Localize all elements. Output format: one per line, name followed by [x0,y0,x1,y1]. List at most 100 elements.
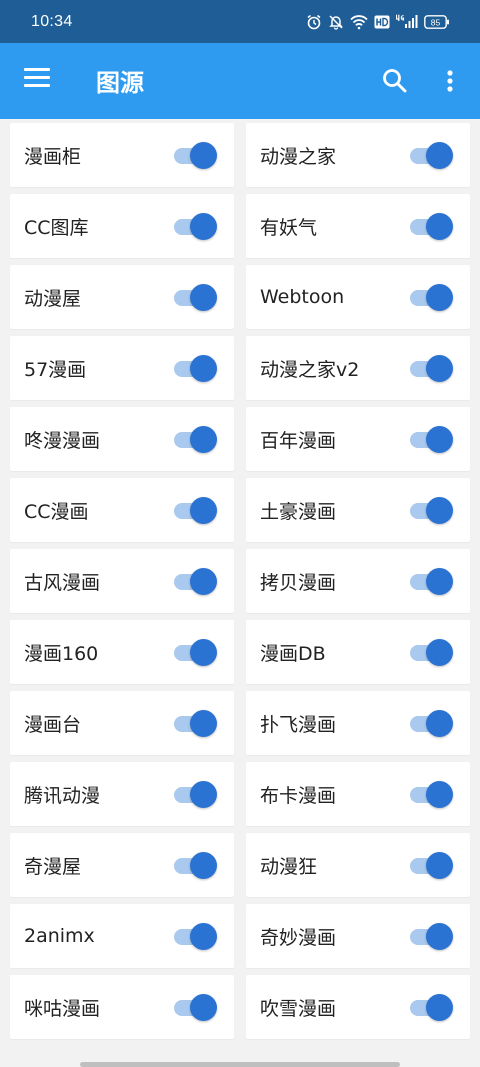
more-vert-icon[interactable] [440,67,460,97]
menu-icon[interactable] [24,68,52,90]
source-toggle[interactable] [408,425,454,453]
app-bar: 图源 [0,43,480,119]
source-label: 动漫狂 [260,855,318,878]
source-toggle[interactable] [172,425,218,453]
source-toggle[interactable] [408,709,454,737]
source-label: 动漫之家v2 [260,358,360,381]
source-toggle[interactable] [408,780,454,808]
source-grid: 漫画柜 动漫之家 CC图库 有妖气动漫屋 Webtoon 57漫画 动漫之家v2 咚漫漫画 百年… [10,123,470,1039]
source-toggle[interactable] [408,567,454,595]
wifi-icon [350,14,368,29]
source-label: 有妖气 [260,216,318,239]
toggle-thumb [190,213,217,240]
source-card[interactable]: 布卡漫画 [246,762,470,826]
source-card[interactable]: 动漫狂 [246,833,470,897]
source-card[interactable]: 拷贝漫画 [246,549,470,613]
source-toggle[interactable] [172,709,218,737]
source-label: 漫画柜 [24,145,82,168]
status-time: 10:34 [31,12,73,30]
toggle-thumb [190,994,217,1021]
source-toggle[interactable] [408,141,454,169]
source-card[interactable]: 咪咕漫画 [10,975,234,1039]
toggle-thumb [426,639,453,666]
source-card[interactable]: 扑飞漫画 [246,691,470,755]
source-card[interactable]: 吹雪漫画 [246,975,470,1039]
source-card[interactable]: 漫画柜 [10,123,234,187]
source-toggle[interactable] [408,496,454,524]
status-icons: 85 [306,14,450,30]
page-title: 图源 [96,69,144,97]
source-card[interactable]: 动漫之家 [246,123,470,187]
toggle-thumb [426,781,453,808]
battery-level: 85 [431,17,441,27]
source-toggle[interactable] [408,922,454,950]
home-indicator[interactable] [80,1062,400,1067]
battery-icon: 85 [424,14,449,29]
source-card[interactable]: 咚漫漫画 [10,407,234,471]
toggle-thumb [426,142,453,169]
toggle-thumb [426,710,453,737]
source-card[interactable]: 57漫画 [10,336,234,400]
source-label: 动漫之家 [260,145,337,168]
source-toggle[interactable] [172,354,218,382]
source-card[interactable]: CC漫画 [10,478,234,542]
source-toggle[interactable] [172,993,218,1021]
source-label: 咚漫漫画 [24,429,101,452]
source-label: 腾讯动漫 [24,784,101,807]
source-toggle[interactable] [172,283,218,311]
source-toggle[interactable] [408,993,454,1021]
toggle-thumb [190,426,217,453]
source-card[interactable]: 漫画DB [246,620,470,684]
source-label: 动漫屋 [24,287,82,310]
source-card[interactable]: 土豪漫画 [246,478,470,542]
source-card[interactable]: 奇漫屋 [10,833,234,897]
toggle-thumb [190,852,217,879]
source-label: 古风漫画 [24,571,101,594]
source-toggle[interactable] [408,851,454,879]
source-toggle[interactable] [172,567,218,595]
toggle-thumb [426,213,453,240]
source-toggle[interactable] [408,212,454,240]
source-toggle[interactable] [172,141,218,169]
source-card[interactable]: 奇妙漫画 [246,904,470,968]
source-card[interactable]: 古风漫画 [10,549,234,613]
toggle-thumb [190,355,217,382]
source-label: 扑飞漫画 [260,713,337,736]
toggle-thumb [426,923,453,950]
toggle-thumb [426,355,453,382]
source-card[interactable]: 漫画160 [10,620,234,684]
toggle-thumb [190,639,217,666]
toggle-thumb [190,710,217,737]
source-card[interactable]: 2animx [10,904,234,968]
source-toggle[interactable] [408,283,454,311]
source-card[interactable]: Webtoon [246,265,470,329]
source-card[interactable]: 动漫之家v2 [246,336,470,400]
source-label: 57漫画 [24,358,87,381]
source-toggle[interactable] [408,354,454,382]
source-card[interactable]: 漫画台 [10,691,234,755]
source-card[interactable]: 动漫屋 [10,265,234,329]
source-label: 拷贝漫画 [260,571,337,594]
source-toggle[interactable] [172,922,218,950]
toggle-thumb [426,497,453,524]
source-card[interactable]: 有妖气 [246,194,470,258]
source-label: 布卡漫画 [260,784,337,807]
source-label: 百年漫画 [260,429,337,452]
source-toggle[interactable] [172,780,218,808]
source-card[interactable]: 百年漫画 [246,407,470,471]
source-toggle[interactable] [172,638,218,666]
source-toggle[interactable] [172,212,218,240]
source-toggle[interactable] [408,638,454,666]
source-toggle[interactable] [172,496,218,524]
toggle-thumb [190,568,217,595]
source-label: 漫画台 [24,713,82,736]
source-card[interactable]: 腾讯动漫 [10,762,234,826]
source-label: 土豪漫画 [260,500,337,523]
source-card[interactable]: CC图库 [10,194,234,258]
search-icon[interactable] [380,66,410,96]
source-label: 奇漫屋 [24,855,82,878]
source-label: 奇妙漫画 [260,926,337,949]
source-label: CC图库 [24,216,89,239]
source-label: 漫画DB [260,642,326,665]
source-toggle[interactable] [172,851,218,879]
